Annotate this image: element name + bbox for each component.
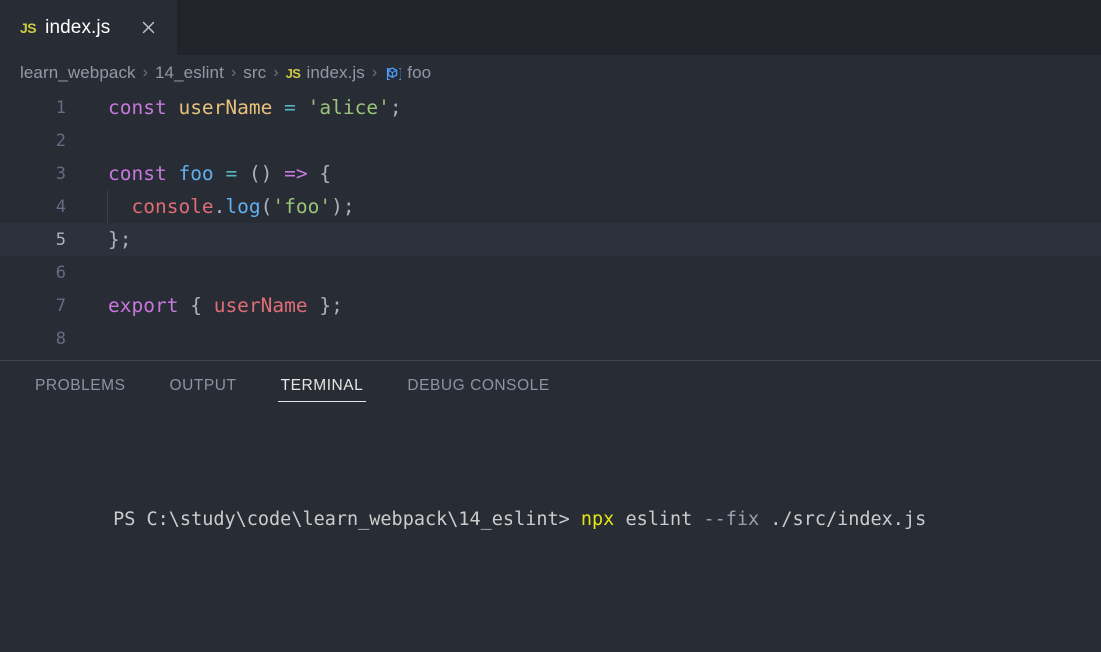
panel-tab-debug-console[interactable]: DEBUG CONSOLE — [396, 365, 560, 404]
breadcrumb-separator: › — [273, 64, 279, 81]
line-number-8: 8 — [55, 328, 66, 349]
code-line-5[interactable]: 5}; — [0, 223, 1101, 256]
code-token: () — [248, 162, 273, 185]
line-number-3: 3 — [55, 163, 66, 184]
code-line-8[interactable]: 8 — [0, 322, 1101, 355]
editor-tab-bar: JS index.js — [0, 0, 1101, 55]
code-token: . — [213, 195, 226, 218]
breadcrumb-item-index-js[interactable]: index.js — [306, 63, 364, 83]
code-token: export — [108, 294, 179, 317]
code-token: foo — [178, 162, 214, 185]
code-line-text-4: console.log('foo'); — [80, 195, 355, 218]
editor-tab-label: index.js — [45, 16, 111, 38]
bottom-panel: PROBLEMS OUTPUT TERMINAL DEBUG CONSOLE PS C… — [0, 360, 1101, 652]
code-token: console — [131, 195, 214, 218]
terminal-command-line: PS C:\study\code\learn_webpack\14_eslint… — [24, 481, 1101, 559]
code-token: = — [284, 96, 296, 119]
code-token: const — [108, 96, 167, 119]
line-number-1: 1 — [55, 97, 66, 118]
panel-tab-problems[interactable]: PROBLEMS — [24, 365, 137, 404]
line-number-4: 4 — [55, 196, 66, 217]
code-line-4[interactable]: 4 console.log('foo'); — [0, 190, 1101, 223]
line-number-5: 5 — [55, 229, 66, 250]
code-token: }; — [319, 294, 343, 317]
breadcrumb-separator: › — [142, 64, 148, 81]
line-number-6: 6 — [55, 262, 66, 283]
code-editor[interactable]: 1 const userName = 'alice'; 2 3 const foo = … — [0, 91, 1101, 360]
js-file-icon: JS — [285, 65, 301, 81]
panel-tab-terminal[interactable]: TERMINAL — [270, 365, 375, 404]
code-token: 'alice' — [307, 96, 390, 119]
editor-tab-index-js[interactable]: JS index.js — [0, 0, 178, 55]
line-number-7: 7 — [55, 295, 66, 316]
svg-text:]: ] — [397, 67, 401, 82]
code-token: = — [225, 162, 238, 185]
terminal-command-flag: --fix — [703, 509, 760, 530]
code-line-text-1: const userName = 'alice'; — [80, 96, 402, 119]
indent-guide — [107, 190, 108, 223]
terminal-prompt: PS C:\study\code\learn_webpack\14_eslint… — [113, 509, 581, 530]
code-token: ; — [389, 96, 402, 119]
code-token: ( — [260, 195, 273, 218]
code-token: ) — [331, 195, 343, 218]
close-icon[interactable] — [137, 17, 159, 39]
breadcrumb-item-src[interactable]: src — [243, 63, 266, 83]
code-lines-container: 1 const userName = 'alice'; 2 3 const foo = … — [0, 91, 1101, 355]
code-line-1[interactable]: 1 const userName = 'alice'; — [0, 91, 1101, 124]
code-token: userName — [178, 96, 273, 119]
terminal-output[interactable]: PS C:\study\code\learn_webpack\14_eslint… — [0, 407, 1101, 652]
symbol-variable-icon: [ ] — [384, 65, 407, 82]
code-token: log — [225, 195, 261, 218]
code-line-7[interactable]: 7 export { userName }; — [0, 289, 1101, 322]
code-line-6[interactable]: 6 — [0, 256, 1101, 289]
code-line-3[interactable]: 3 const foo = () => { — [0, 157, 1101, 190]
breadcrumb-separator: › — [371, 64, 378, 81]
terminal-command-bin: eslint — [614, 509, 704, 530]
code-token: const — [108, 162, 167, 185]
code-line-text-3: const foo = () => { — [80, 162, 331, 185]
panel-tab-bar: PROBLEMS OUTPUT TERMINAL DEBUG CONSOLE — [0, 361, 1101, 407]
breadcrumb-separator: › — [230, 64, 237, 81]
breadcrumb-item-learn_webpack[interactable]: learn_webpack — [20, 63, 136, 83]
line-number-2: 2 — [55, 130, 66, 151]
code-token: 'foo' — [272, 195, 332, 218]
code-token: { — [319, 162, 332, 185]
code-token: => — [284, 162, 308, 185]
breadcrumb-item-foo[interactable]: foo — [407, 63, 431, 83]
code-token: { — [190, 294, 202, 317]
code-line-text-5: }; — [80, 228, 131, 251]
breadcrumb: learn_webpack › 14_eslint › src › JS ind… — [0, 55, 1101, 91]
code-token: userName — [213, 294, 308, 317]
vscode-window: JS index.js learn_webpack › 14_eslint › … — [0, 0, 1101, 652]
code-line-text-7: export { userName }; — [80, 294, 343, 317]
code-line-2[interactable]: 2 — [0, 124, 1101, 157]
terminal-command-target: ./src/index.js — [759, 509, 927, 530]
js-file-icon: JS — [20, 19, 37, 36]
panel-tab-output[interactable]: OUTPUT — [159, 365, 248, 404]
code-token: ; — [342, 195, 355, 218]
terminal-command-npx: npx — [580, 509, 615, 530]
breadcrumb-item-14_eslint[interactable]: 14_eslint — [155, 63, 224, 83]
code-token: }; — [108, 228, 132, 251]
